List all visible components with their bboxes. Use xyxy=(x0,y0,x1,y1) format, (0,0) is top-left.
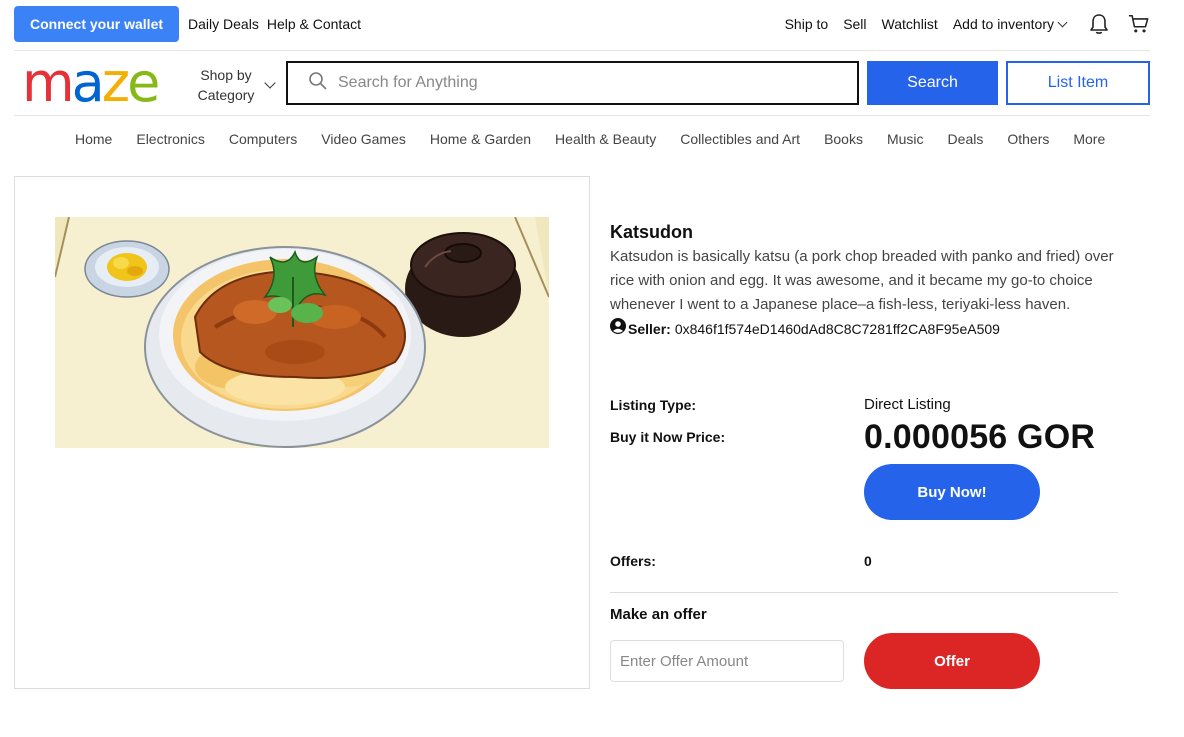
add-to-inventory-dropdown[interactable]: Add to inventory xyxy=(952,16,1068,32)
search-input[interactable] xyxy=(338,74,818,92)
list-item-button[interactable]: List Item xyxy=(1006,61,1150,105)
offers-label: Offers: xyxy=(610,553,656,569)
top-bar: Connect your wallet Daily Deals Help & C… xyxy=(14,6,1150,42)
logo-letter-z: z xyxy=(101,51,130,114)
product-image xyxy=(55,217,549,448)
offer-button[interactable]: Offer xyxy=(864,633,1040,689)
search-button[interactable]: Search xyxy=(867,61,998,105)
logo-letter-m: m xyxy=(22,51,75,114)
nav-health-beauty[interactable]: Health & Beauty xyxy=(543,128,668,150)
cart-icon[interactable] xyxy=(1128,13,1150,35)
make-offer-label: Make an offer xyxy=(610,606,707,623)
search-bar xyxy=(286,61,859,105)
buy-it-now-price-label: Buy it Now Price: xyxy=(610,429,726,445)
nav-others[interactable]: Others xyxy=(995,128,1061,150)
buy-now-button[interactable]: Buy Now! xyxy=(864,464,1040,520)
nav-books[interactable]: Books xyxy=(812,128,875,150)
maze-logo[interactable]: m a z e xyxy=(22,51,160,114)
nav-music[interactable]: Music xyxy=(875,128,936,150)
seller-info: Seller: 0x846f1f574eD1460dAd8C8C7281ff2C… xyxy=(610,318,1118,340)
nav-deals[interactable]: Deals xyxy=(936,128,996,150)
offer-amount-input[interactable] xyxy=(610,640,844,682)
bell-icon[interactable] xyxy=(1088,13,1110,35)
seller-address[interactable]: 0x846f1f574eD1460dAd8C8C7281ff2CA8F95eA5… xyxy=(675,318,1000,340)
listing-type-value: Direct Listing xyxy=(864,396,951,413)
watchlist-link[interactable]: Watchlist xyxy=(882,16,938,32)
top-divider xyxy=(14,50,1150,51)
logo-letter-e: e xyxy=(127,51,160,114)
nav-collectibles-art[interactable]: Collectibles and Art xyxy=(668,128,812,150)
buy-it-now-price: 0.000056 GOR xyxy=(864,418,1096,456)
nav-electronics[interactable]: Electronics xyxy=(124,128,216,150)
product-image-panel xyxy=(14,176,590,689)
chevron-down-icon xyxy=(264,77,276,89)
nav-video-games[interactable]: Video Games xyxy=(309,128,418,150)
nav-more[interactable]: More xyxy=(1061,128,1117,150)
listing-type-label: Listing Type: xyxy=(610,397,697,413)
category-nav: Home Electronics Computers Video Games H… xyxy=(63,128,1117,150)
user-circle-icon xyxy=(610,318,626,340)
product-details: Katsudon Katsudon is basically katsu (a … xyxy=(610,220,1118,340)
connect-wallet-button[interactable]: Connect your wallet xyxy=(14,6,180,42)
top-right-links: Ship to Sell Watchlist Add to inventory xyxy=(770,13,1150,35)
search-icon xyxy=(308,71,328,96)
product-description: Katsudon is basically katsu (a pork chop… xyxy=(610,248,1114,313)
header-divider xyxy=(14,115,1150,116)
nav-home[interactable]: Home xyxy=(63,128,124,150)
product-title: Katsudon xyxy=(610,222,693,242)
chevron-down-icon xyxy=(1057,17,1068,28)
offers-count: 0 xyxy=(864,553,872,569)
seller-label: Seller: xyxy=(628,321,671,337)
shop-by-category-dropdown[interactable]: Shop by Category xyxy=(196,64,280,106)
ship-to-link[interactable]: Ship to xyxy=(785,16,829,32)
offers-divider xyxy=(610,592,1118,593)
sell-link[interactable]: Sell xyxy=(843,16,866,32)
add-to-inventory-label: Add to inventory xyxy=(952,16,1054,32)
daily-deals-link[interactable]: Daily Deals xyxy=(188,16,259,32)
nav-computers[interactable]: Computers xyxy=(217,128,309,150)
shop-by-category-label: Shop by Category xyxy=(197,67,255,103)
logo-letter-a: a xyxy=(71,51,105,114)
nav-home-garden[interactable]: Home & Garden xyxy=(418,128,543,150)
help-contact-link[interactable]: Help & Contact xyxy=(267,16,361,32)
